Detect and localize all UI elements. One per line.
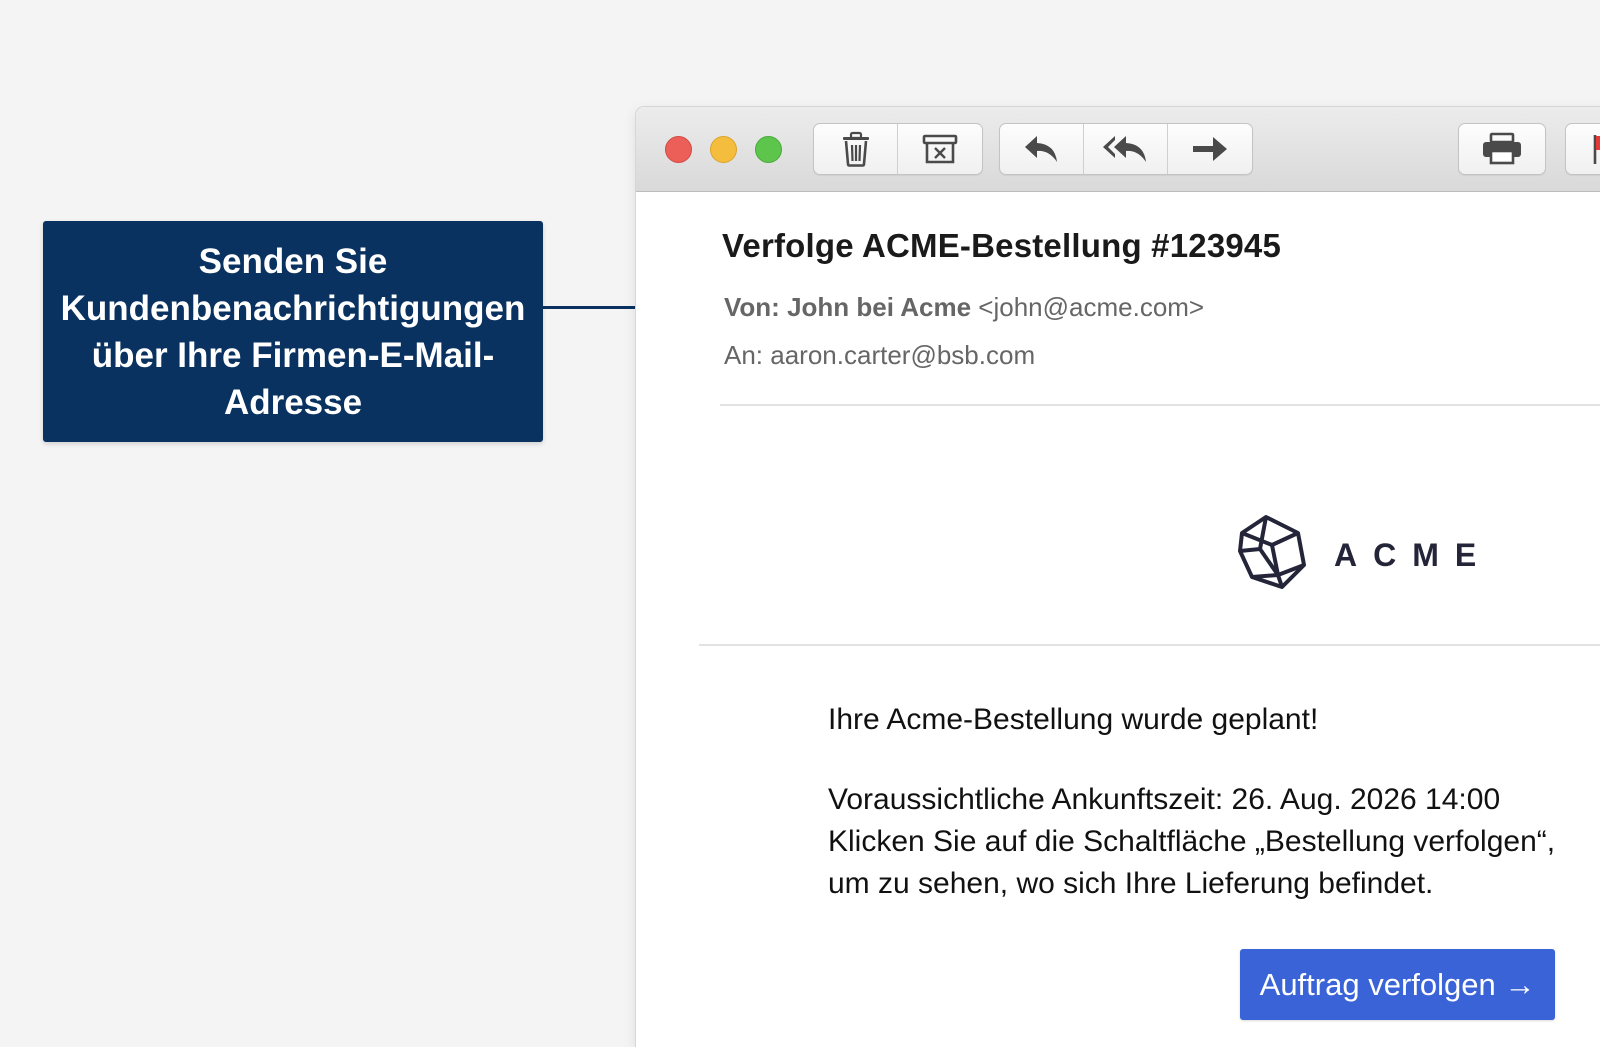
print-icon — [1481, 132, 1523, 166]
forward-icon — [1191, 134, 1229, 164]
cube-icon — [1236, 513, 1308, 598]
reply-button-group — [999, 123, 1253, 175]
body-headline: Ihre Acme-Bestellung wurde geplant! — [828, 703, 1319, 736]
from-label: Von: — [724, 292, 780, 322]
print-button-group — [1458, 123, 1546, 175]
trash-icon — [840, 131, 872, 167]
email-subject: Verfolge ACME-Bestellung #123945 — [722, 227, 1282, 264]
header-divider — [720, 404, 1600, 406]
track-order-button[interactable]: Auftrag verfolgen → — [1240, 949, 1555, 1020]
logo-divider — [699, 644, 1600, 646]
callout-line-2: Kundenbenachrichtigungen — [60, 288, 526, 328]
archive-icon — [922, 133, 958, 165]
instruction-line-2: um zu sehen, wo sich Ihre Lieferung befi… — [828, 867, 1434, 900]
flag-icon — [1591, 132, 1600, 166]
eta-line: Voraussichtliche Ankunftszeit: 26. Aug. … — [828, 783, 1501, 816]
delete-button-group — [813, 123, 983, 175]
reply-all-icon — [1102, 133, 1150, 165]
mail-window: Verfolge ACME-Bestellung #123945 Von: Jo… — [636, 107, 1600, 1047]
print-button[interactable] — [1459, 124, 1545, 174]
flag-button-group — [1565, 123, 1600, 175]
reply-button[interactable] — [1000, 124, 1084, 174]
callout-line-3: über Ihre Firmen-E-Mail- — [91, 335, 495, 375]
callout-line-4: Adresse — [223, 382, 363, 422]
instruction-line-1: Klicken Sie auf die Schaltfläche „Bestel… — [828, 825, 1556, 858]
archive-button[interactable] — [898, 124, 982, 174]
reply-icon — [1023, 133, 1061, 165]
email-from-row: Von: John bei Acme <john@acme.com> — [724, 292, 1204, 323]
feature-callout: Senden Sie Kundenbenachrichtigungen über… — [43, 221, 543, 442]
callout-line-1: Senden Sie — [198, 241, 388, 281]
logo-wordmark: ACME — [1334, 537, 1493, 573]
mail-toolbar — [636, 107, 1600, 192]
recipient-address: aaron.carter@bsb.com — [770, 340, 1036, 370]
reply-all-button[interactable] — [1084, 124, 1168, 174]
to-label: An: — [724, 340, 764, 370]
flag-button[interactable] — [1566, 124, 1600, 174]
delete-button[interactable] — [814, 124, 898, 174]
close-window-button[interactable] — [665, 136, 692, 163]
sender-name: John bei Acme — [787, 292, 972, 322]
forward-button[interactable] — [1168, 124, 1252, 174]
sender-address: <john@acme.com> — [978, 292, 1205, 322]
acme-logo: ACME — [1236, 513, 1492, 598]
email-to-row: An: aaron.carter@bsb.com — [724, 340, 1035, 371]
body-text: Voraussichtliche Ankunftszeit: 26. Aug. … — [828, 779, 1555, 905]
zoom-window-button[interactable] — [755, 136, 782, 163]
minimize-window-button[interactable] — [710, 136, 737, 163]
